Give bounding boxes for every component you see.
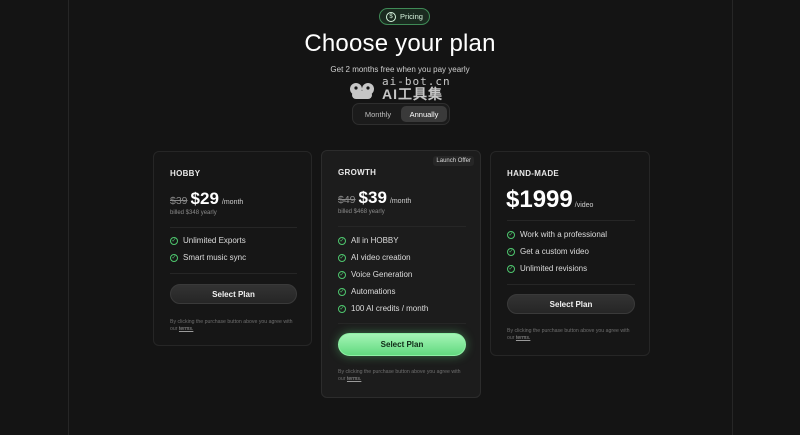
billing-option-monthly[interactable]: Monthly <box>355 106 401 122</box>
feature-list: ✓ Unlimited Exports ✓ Smart music sync <box>170 232 246 266</box>
divider <box>170 273 297 274</box>
check-circle-icon: ✓ <box>338 304 346 313</box>
billed-yearly: billed $468 yearly <box>338 209 385 215</box>
feature-list: ✓ Work with a professional ✓ Get a custom … <box>507 226 607 277</box>
plan-name: HAND-MADE <box>507 169 560 178</box>
check-circle-icon: ✓ <box>338 270 346 279</box>
feature-item: ✓ Voice Generation <box>338 270 413 279</box>
feature-item: ✓ 100 AI credits / month <box>338 304 429 313</box>
check-circle-icon: ✓ <box>338 287 346 296</box>
plan-card-hand-made: HAND-MADE $1999 /video ✓ Work with a prof… <box>490 151 650 356</box>
check-circle-icon: ✓ <box>338 253 346 262</box>
check-circle-icon: ✓ <box>507 247 515 256</box>
terms-link[interactable]: terms. <box>516 335 530 341</box>
old-price: $49 <box>338 194 356 206</box>
pricing-badge: $ Pricing <box>379 8 430 25</box>
check-circle-icon: ✓ <box>507 264 515 273</box>
feature-item: ✓ All in HOBBY <box>338 236 399 245</box>
terms-link[interactable]: terms. <box>179 326 193 332</box>
terms-note: By clicking the purchase button above yo… <box>170 319 293 332</box>
feature-item: ✓ Unlimited revisions <box>507 264 588 273</box>
feature-item: ✓ Automations <box>338 287 396 296</box>
check-circle-icon: ✓ <box>338 236 346 245</box>
select-plan-button[interactable]: Select Plan <box>507 294 635 314</box>
check-circle-icon: ✓ <box>170 253 178 262</box>
divider <box>170 227 297 228</box>
price-period: /month <box>221 199 244 206</box>
dollar-circle-icon: $ <box>386 11 396 22</box>
select-plan-button[interactable]: Select Plan <box>338 333 466 356</box>
plan-name: HOBBY <box>170 169 201 178</box>
watermark: ai-bot.cn AI工具集 <box>346 76 451 101</box>
page-title: Choose your plan <box>304 30 496 57</box>
terms-link[interactable]: terms. <box>347 376 361 382</box>
billing-option-annually[interactable]: Annually <box>401 106 447 122</box>
terms-note: By clicking the purchase button above yo… <box>338 369 461 382</box>
feature-item: ✓ AI video creation <box>338 253 411 262</box>
feature-item: ✓ Work with a professional <box>507 230 607 239</box>
watermark-brand: AI工具集 <box>382 86 443 102</box>
divider <box>507 220 635 221</box>
page-subtitle: Get 2 months free when you pay yearly <box>330 65 470 74</box>
plan-price: $29 <box>190 189 219 208</box>
feature-item: ✓ Smart music sync <box>170 253 247 262</box>
check-circle-icon: ✓ <box>170 236 178 245</box>
plan-price: $39 <box>358 188 387 207</box>
price-period: /month <box>389 198 412 205</box>
divider <box>507 284 635 285</box>
feature-item: ✓ Get a custom video <box>507 247 589 256</box>
divider <box>338 323 466 324</box>
feature-list: ✓ All in HOBBY ✓ AI video creation ✓ Voice … <box>338 232 428 317</box>
plan-name: GROWTH <box>338 168 377 177</box>
plan-price: $1999 <box>506 186 573 213</box>
terms-note: By clicking the purchase button above yo… <box>507 328 630 341</box>
plan-card-growth: Launch Offer GROWTH $49 $39 /month bille… <box>321 150 481 398</box>
select-plan-button[interactable]: Select Plan <box>170 284 297 304</box>
pricing-badge-label: Pricing <box>400 12 423 21</box>
check-circle-icon: ✓ <box>507 230 515 239</box>
feature-item: ✓ Unlimited Exports <box>170 236 246 245</box>
price-period: /video <box>574 202 594 209</box>
plan-card-hobby: HOBBY $39 $29 /month billed $348 yearly … <box>153 151 312 346</box>
robot-mascot-icon <box>350 82 374 99</box>
old-price: $39 <box>170 195 188 207</box>
billing-toggle[interactable]: Monthly Annually <box>352 103 450 125</box>
divider <box>338 226 466 227</box>
launch-offer-badge: Launch Offer <box>433 156 474 166</box>
billed-yearly: billed $348 yearly <box>170 210 217 216</box>
